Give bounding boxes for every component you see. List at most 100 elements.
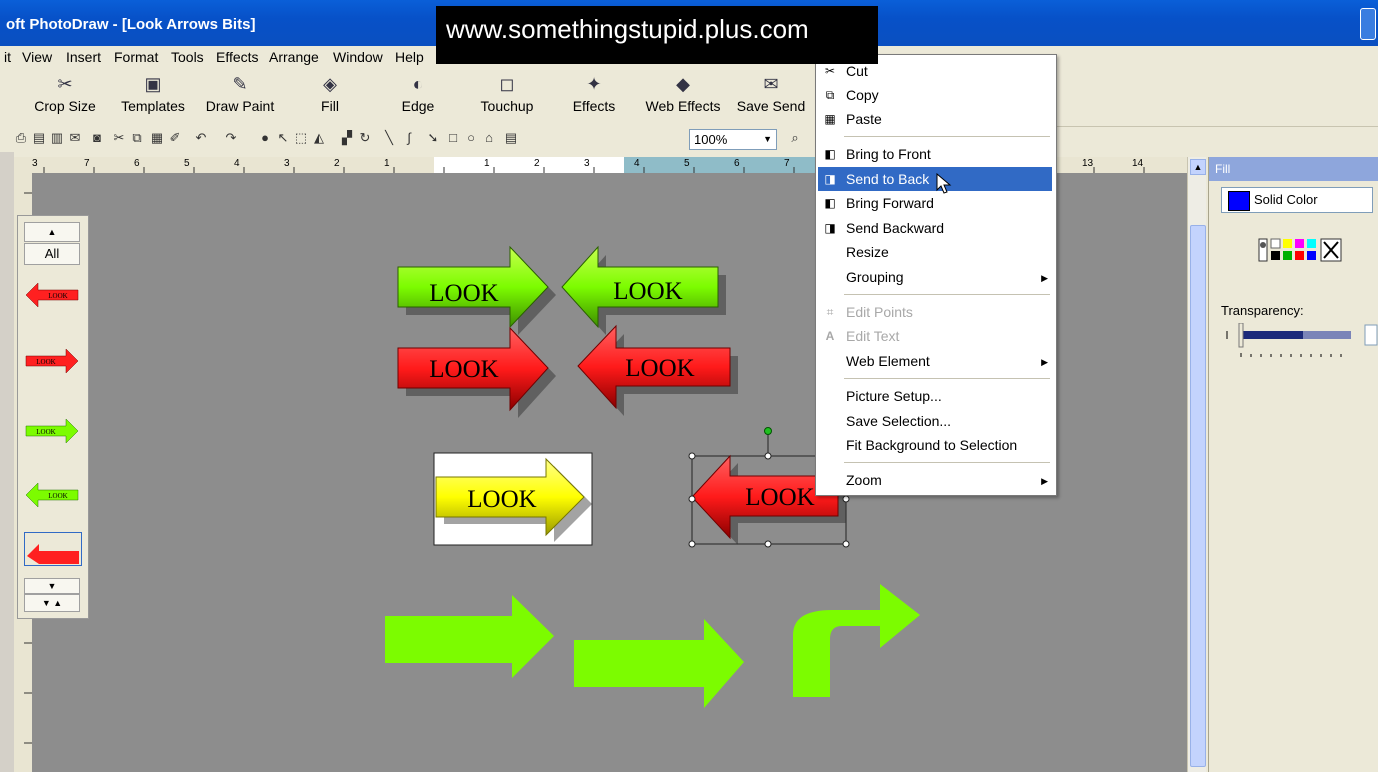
copy-icon[interactable]: ⧉ [128, 129, 146, 147]
web-effects-button[interactable]: ◆ Web Effects [642, 70, 724, 114]
page-down-icon: ▼ ▲ [41, 598, 63, 608]
touchup-button[interactable]: ◻ Touchup [476, 70, 538, 114]
chevron-down-icon: ▼ [47, 581, 57, 591]
menu-help[interactable]: Help [395, 49, 424, 65]
menu-insert[interactable]: Insert [66, 49, 101, 65]
menu-save-selection[interactable]: Save Selection... [846, 413, 951, 429]
gallery-scroll-down[interactable]: ▼ [24, 578, 80, 594]
curve-icon[interactable]: ∫ [400, 129, 418, 147]
yellow-look-arrow[interactable]: LOOK [433, 452, 593, 546]
arrow-label: LOOK [745, 484, 814, 511]
print-icon[interactable]: ⎙ [12, 129, 30, 147]
zoom-select[interactable]: 100% ▼ [689, 129, 777, 150]
gallery-thumb-red-left-selected[interactable] [24, 532, 82, 566]
gallery-scroll-up[interactable]: ▲ [24, 222, 80, 242]
resize-handle[interactable] [842, 540, 850, 548]
resize-handle[interactable] [688, 540, 696, 548]
menu-window[interactable]: Window [333, 49, 383, 65]
zoom-icon[interactable]: ⌕ [786, 129, 804, 147]
vertical-scrollbar[interactable]: ▲ [1187, 157, 1206, 772]
gallery-thumb-red-right[interactable]: LOOK [24, 346, 80, 376]
resize-handle[interactable] [688, 495, 696, 503]
chevron-up-icon: ▲ [1193, 162, 1203, 172]
red-look-arrow-right[interactable]: LOOK [397, 326, 556, 418]
fill-button[interactable]: ◈ Fill [318, 70, 342, 114]
gallery-thumb-green-left[interactable]: LOOK [24, 480, 80, 510]
save-send-button[interactable]: ✉ Save Send [736, 70, 806, 114]
window-button[interactable] [1360, 8, 1376, 40]
menu-arrange[interactable]: Arrange [269, 49, 319, 65]
scan-icon[interactable]: ▥ [48, 129, 66, 147]
context-menu: ✂ Cut ⧉ Copy ▦ Paste ◧ Bring to Front ◨ … [815, 54, 1057, 496]
line-icon[interactable]: ╲ [380, 129, 398, 147]
arrow-icon[interactable]: ➘ [424, 129, 442, 147]
resize-handle[interactable] [764, 540, 772, 548]
menu-bring-to-front[interactable]: Bring to Front [846, 146, 931, 162]
menu-grouping[interactable]: Grouping [846, 269, 904, 285]
menu-resize[interactable]: Resize [846, 244, 889, 260]
resize-handle[interactable] [842, 495, 850, 503]
rotate-icon[interactable]: ↻ [356, 129, 374, 147]
redo-icon[interactable]: ↷ [222, 129, 240, 147]
text-icon[interactable]: ▤ [502, 129, 520, 147]
arrange-icon[interactable]: ▞ [338, 129, 356, 147]
arrow-label: LOOK [429, 356, 498, 383]
menu-edit[interactable]: it [4, 49, 11, 65]
color-palette[interactable] [1257, 237, 1367, 265]
crop-size-button[interactable]: ✂ Crop Size [32, 70, 98, 114]
resize-handle[interactable] [764, 452, 772, 460]
resize-handle[interactable] [688, 452, 696, 460]
fill-type-select[interactable]: Solid Color [1221, 187, 1373, 213]
menu-web-element[interactable]: Web Element [846, 353, 930, 369]
color-icon[interactable]: ◭ [310, 129, 328, 147]
curved-green-arrow[interactable] [793, 584, 920, 697]
gallery-all-button[interactable]: All [24, 243, 80, 265]
menu-picture-setup[interactable]: Picture Setup... [846, 388, 942, 404]
undo-icon[interactable]: ↶ [192, 129, 210, 147]
camera-icon[interactable]: ◙ [88, 129, 106, 147]
menu-copy[interactable]: Copy [846, 87, 879, 103]
draw-paint-button[interactable]: ✎ Draw Paint [203, 70, 277, 114]
rotate-handle[interactable] [764, 427, 772, 435]
mouse-cursor-icon [936, 173, 952, 194]
menu-cut[interactable]: Cut [846, 63, 868, 79]
menu-bring-forward[interactable]: Bring Forward [846, 195, 934, 211]
menu-fit-background[interactable]: Fit Background to Selection [846, 437, 1017, 453]
menu-send-backward[interactable]: Send Backward [846, 220, 944, 236]
menu-paste[interactable]: Paste [846, 111, 882, 127]
menu-zoom[interactable]: Zoom [846, 472, 882, 488]
flat-green-arrow-1[interactable] [385, 595, 554, 678]
select-icon[interactable]: ⬚ [292, 129, 310, 147]
gallery-thumb-red-left[interactable]: LOOK [24, 280, 80, 310]
ellipse-icon[interactable]: ○ [462, 129, 480, 147]
print-preview-icon[interactable]: ▤ [30, 129, 48, 147]
menu-view[interactable]: View [22, 49, 52, 65]
send-backward-icon: ◨ [824, 221, 836, 235]
flat-green-arrow-2[interactable] [574, 619, 744, 708]
templates-button[interactable]: ▣ Templates [118, 70, 188, 114]
transparency-slider[interactable] [1223, 323, 1378, 363]
gallery-page-buttons[interactable]: ▼ ▲ [24, 594, 80, 612]
arrow-label: LOOK [613, 278, 682, 305]
green-look-arrow-right[interactable]: LOOK [397, 245, 556, 335]
draw-paint-icon: ✎ [232, 74, 248, 94]
gallery-thumb-green-right[interactable]: LOOK [24, 416, 80, 446]
scroll-thumb[interactable] [1190, 225, 1206, 767]
scroll-up-button[interactable]: ▲ [1190, 159, 1206, 175]
effects-button[interactable]: ✦ Effects [570, 70, 618, 114]
red-look-arrow-left[interactable]: LOOK [577, 324, 738, 416]
autoshape-icon[interactable]: ⌂ [480, 129, 498, 147]
green-look-arrow-left[interactable]: LOOK [561, 245, 726, 335]
menu-effects[interactable]: Effects [216, 49, 259, 65]
menu-format[interactable]: Format [114, 49, 158, 65]
edge-button[interactable]: ◐ Edge [398, 70, 438, 114]
pointer-icon[interactable]: ↖ [274, 129, 292, 147]
format-painter-icon[interactable]: ✐ [166, 129, 184, 147]
menu-send-to-back[interactable]: Send to Back [846, 171, 929, 187]
send-icon[interactable]: ✉ [66, 129, 84, 147]
paste-icon[interactable]: ▦ [148, 129, 166, 147]
menu-tools[interactable]: Tools [171, 49, 204, 65]
cut-icon[interactable]: ✂ [110, 129, 128, 147]
rectangle-icon[interactable]: □ [444, 129, 462, 147]
clipart-icon[interactable]: ● [256, 129, 274, 147]
